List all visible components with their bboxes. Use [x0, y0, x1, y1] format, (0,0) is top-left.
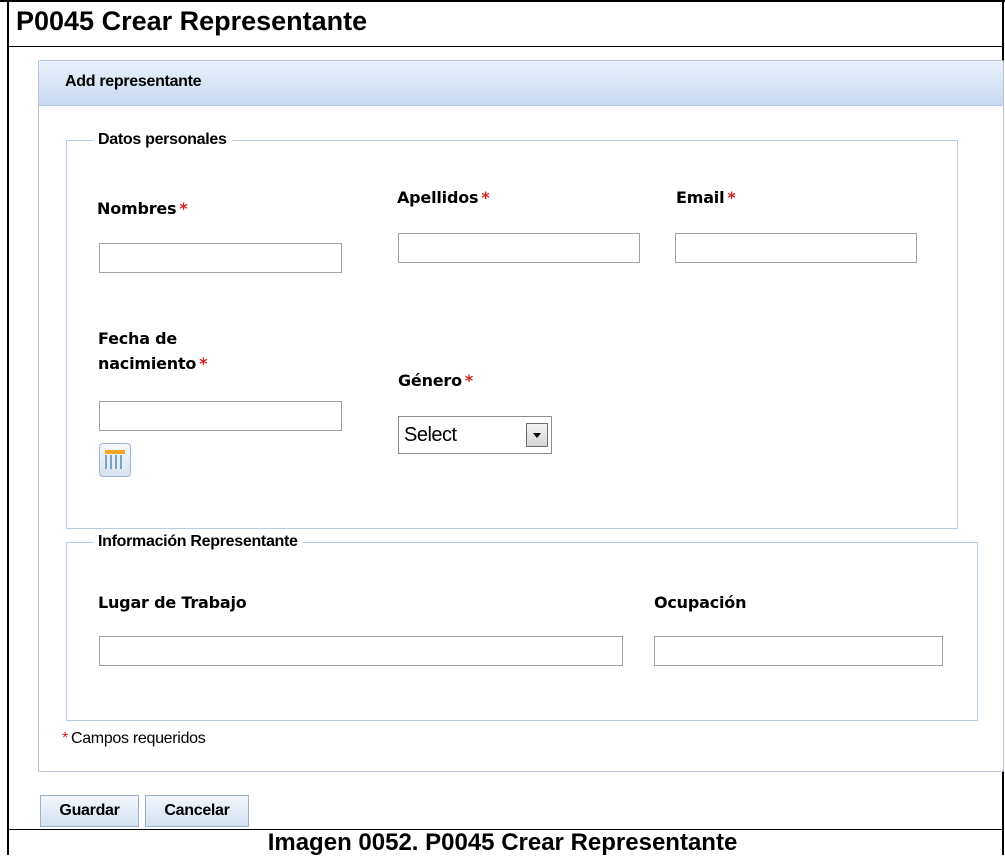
cancel-button[interactable]: Cancelar: [145, 795, 249, 827]
frame-title-divider: [7, 46, 1004, 47]
calendar-icon[interactable]: [99, 443, 131, 477]
required-asterisk: *: [481, 188, 490, 207]
genero-label-text: Género: [398, 371, 462, 390]
required-fields-note: * Campos requeridos: [62, 730, 206, 748]
panel-header: Add representante: [39, 61, 1003, 106]
required-asterisk: *: [199, 354, 208, 373]
nombres-input[interactable]: [99, 243, 342, 273]
email-label: Email *: [676, 185, 736, 210]
nombres-label-text: Nombres: [97, 199, 177, 218]
save-button[interactable]: Guardar: [40, 795, 139, 827]
lugar-trabajo-label: Lugar de Trabajo: [98, 593, 247, 612]
nombres-label: Nombres *: [97, 196, 188, 221]
ocupacion-label: Ocupación: [654, 593, 747, 612]
apellidos-label: Apellidos *: [397, 185, 490, 210]
genero-selected-value: Select: [404, 424, 457, 446]
apellidos-label-text: Apellidos: [397, 188, 479, 207]
required-asterisk: *: [179, 199, 188, 218]
chevron-down-icon: [533, 433, 541, 438]
representante-info-fieldset: Información Representante: [66, 533, 978, 721]
genero-select[interactable]: Select: [398, 416, 552, 454]
apellidos-input[interactable]: [398, 233, 640, 263]
required-asterisk: *: [464, 371, 474, 390]
fecha-label-line2-text: nacimiento: [98, 354, 197, 373]
required-asterisk: *: [727, 188, 736, 207]
calendar-icon-grid: [105, 455, 125, 469]
ocupacion-input[interactable]: [654, 636, 943, 666]
image-caption: Imagen 0052. P0045 Crear Representante: [267, 829, 738, 856]
email-input[interactable]: [675, 233, 917, 263]
required-note-text: Campos requeridos: [70, 730, 206, 747]
frame-top-line: [0, 0, 1005, 2]
lugar-trabajo-input[interactable]: [99, 636, 623, 666]
calendar-icon-header: [105, 450, 125, 454]
fecha-nacimiento-input[interactable]: [99, 401, 342, 431]
dropdown-button[interactable]: [526, 423, 548, 447]
fecha-nacimiento-label: Fecha de nacimiento *: [98, 326, 208, 376]
frame-left-line: [7, 0, 9, 855]
panel-title: Add representante: [65, 73, 202, 90]
personal-data-legend: Datos personales: [98, 131, 227, 148]
document-title: P0045 Crear Representante: [16, 6, 368, 36]
required-asterisk: *: [62, 730, 68, 747]
fecha-label-line1: Fecha de: [98, 329, 178, 348]
genero-label: Género *: [398, 368, 473, 393]
fecha-label-line2: nacimiento *: [98, 351, 208, 376]
representante-info-legend: Información Representante: [98, 533, 298, 550]
email-label-text: Email: [676, 188, 725, 207]
